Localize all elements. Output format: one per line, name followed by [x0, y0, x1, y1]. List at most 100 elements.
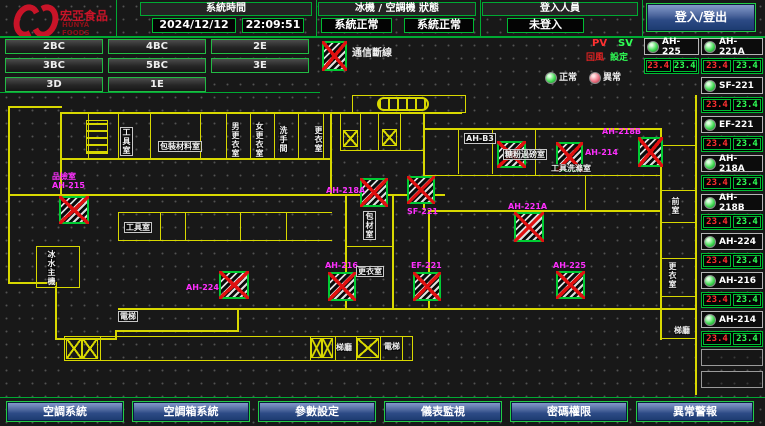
unit-pv-value: 23.4 — [703, 216, 731, 228]
wall-segment — [323, 112, 324, 160]
wall-segment — [356, 336, 357, 361]
wall-segment — [226, 112, 227, 160]
fan-AH-216[interactable] — [328, 272, 356, 301]
bottom-button-5[interactable]: 密碼權限 — [510, 401, 628, 422]
wall-segment — [330, 112, 332, 196]
wall-segment — [660, 310, 662, 340]
unit-led-icon — [704, 275, 716, 287]
fan-SF-221[interactable] — [407, 176, 435, 204]
wall-segment — [64, 336, 412, 337]
floor-button-2E[interactable]: 2E — [211, 39, 309, 54]
room-label: 梯廳 — [336, 343, 352, 352]
unit-led-icon — [704, 314, 716, 326]
login-logout-button[interactable]: 登入/登出 — [646, 3, 756, 32]
unit-led-icon — [704, 236, 716, 248]
unit-values-AH-225: 23.423.4 — [644, 58, 699, 74]
abnormal-label: 異常 — [603, 73, 621, 83]
wall-segment — [535, 128, 536, 175]
room-label: 工具室 — [124, 222, 152, 233]
fan-AH-221A[interactable] — [514, 212, 544, 242]
wall-segment — [458, 128, 459, 174]
fan-label: AH-216 — [325, 261, 358, 270]
unit-led-icon — [704, 158, 716, 170]
unit-values-AH-218A: 23.423.4 — [701, 175, 763, 191]
comm-loss-label: 通信斷線 — [352, 49, 392, 59]
floor-button-3D[interactable]: 3D — [5, 77, 103, 92]
unit-AH-225[interactable]: AH-225 — [644, 38, 699, 55]
unit-AH-218A[interactable]: AH-218A — [701, 155, 763, 172]
unit-values-AH-216: 23.423.4 — [701, 292, 763, 308]
wall-segment — [402, 336, 403, 361]
unit-SF-221[interactable]: SF-221 — [701, 77, 763, 94]
wall-segment — [60, 158, 332, 160]
unit-led-icon — [647, 41, 659, 53]
bottom-button-2[interactable]: 空調箱系統 — [132, 401, 250, 422]
fan-AH-215[interactable] — [59, 196, 89, 224]
bottom-button-4[interactable]: 儀表監視 — [384, 401, 502, 422]
unit-empty-slot — [701, 349, 763, 366]
wall-segment — [660, 190, 697, 191]
wall-segment — [8, 106, 62, 108]
wall-segment — [150, 112, 151, 160]
wall-segment — [118, 112, 119, 160]
elevator-x-icon — [322, 338, 333, 358]
unit-AH-221A[interactable]: AH-221A — [701, 38, 763, 55]
unit-AH-224[interactable]: AH-224 — [701, 233, 763, 250]
unit-EF-221[interactable]: EF-221 — [701, 116, 763, 133]
wall-segment — [160, 212, 161, 240]
unit-AH-218B[interactable]: AH-218B — [701, 194, 763, 211]
sv-desc-label: 設定 — [610, 53, 628, 63]
elevator-x-icon — [311, 338, 322, 358]
floor-button-4BC[interactable]: 4BC — [108, 39, 206, 54]
unit-sv-value: 23.4 — [673, 60, 698, 72]
room-label: 更衣室 — [314, 126, 323, 153]
floor-button-3BC[interactable]: 3BC — [5, 58, 103, 73]
fan-AH-214[interactable] — [556, 142, 583, 172]
room-label: AH-B3 — [464, 133, 496, 144]
fan-AH-218A[interactable] — [360, 178, 388, 207]
fan-AH-224[interactable] — [219, 271, 249, 299]
unit-AH-214[interactable]: AH-214 — [701, 311, 763, 328]
bottom-button-6[interactable]: 異常警報 — [636, 401, 754, 422]
wall-segment — [60, 112, 462, 114]
wall-segment — [118, 212, 332, 213]
unit-pv-value: 23.4 — [703, 294, 731, 306]
brand-subtitle: HUNYA FOODS — [62, 21, 114, 37]
room-label: 冰水主機 — [47, 250, 56, 286]
fan-label: EF-221 — [411, 261, 442, 270]
fan-EF-221[interactable] — [413, 272, 441, 301]
unit-sv-value: 23.4 — [733, 99, 761, 111]
unit-values-AH-218B: 23.423.4 — [701, 214, 763, 230]
wall-segment — [64, 360, 412, 361]
floor-button-3E[interactable]: 3E — [211, 58, 309, 73]
floor-button-2BC[interactable]: 2BC — [5, 39, 103, 54]
wall-segment — [378, 112, 379, 150]
wall-segment — [425, 175, 662, 176]
unit-empty-slot — [701, 371, 763, 388]
sv-label: SV — [618, 39, 633, 49]
header-separator — [116, 0, 117, 36]
bottom-button-3[interactable]: 參數設定 — [258, 401, 376, 422]
floor-button-5BC[interactable]: 5BC — [108, 58, 206, 73]
fan-AH-218B[interactable] — [638, 137, 663, 167]
wall-segment — [8, 282, 57, 284]
unit-name: AH-218B — [719, 193, 760, 213]
wall-segment — [428, 210, 662, 212]
room-label: 前室 — [671, 197, 680, 215]
unit-values-AH-214: 23.423.4 — [701, 331, 763, 347]
machine-status-label: 冰機 / 空調機 狀態 — [318, 2, 476, 16]
logo: 宏亞食品 HUNYA FOODS — [2, 1, 114, 35]
unit-values-AH-224: 23.423.4 — [701, 253, 763, 269]
fan-AH-225[interactable] — [556, 271, 585, 299]
unit-AH-216[interactable]: AH-216 — [701, 272, 763, 289]
fan-unlabeled[interactable] — [497, 141, 526, 168]
wall-segment — [118, 308, 697, 310]
unit-sv-value: 23.4 — [733, 333, 761, 345]
header-separator — [642, 0, 643, 36]
fan-label: AH-218B — [602, 127, 641, 136]
floor-button-1E[interactable]: 1E — [108, 77, 206, 92]
room-label: 洗手間 — [279, 126, 288, 153]
bottom-button-1[interactable]: 空調系統 — [6, 401, 124, 422]
wall-segment — [400, 112, 401, 150]
system-time-value: 22:09:51 — [242, 18, 304, 33]
